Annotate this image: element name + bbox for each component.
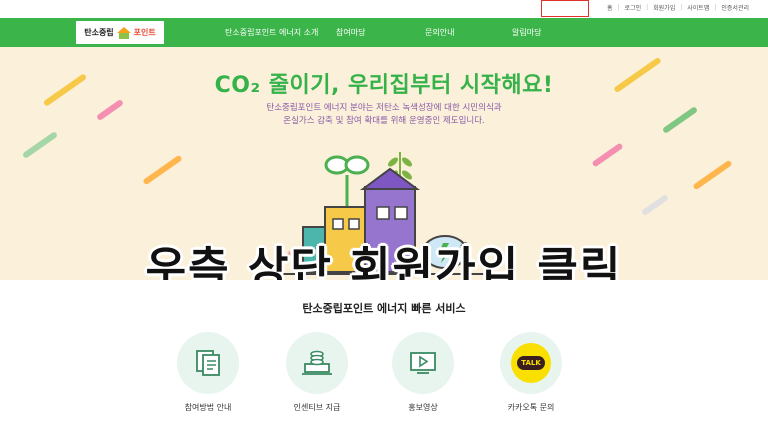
logo-point-text: 포인트 (133, 28, 156, 37)
service-icon-circle: TALK (500, 332, 562, 394)
hero-description-line1: 탄소중립포인트 에너지 분야는 저탄소 녹색성장에 대한 시민의식과 (266, 103, 502, 113)
nav-item-inquiry[interactable]: 문의안내 (425, 27, 454, 38)
overlay-caption: 우측 상단 회원가입 클릭 (145, 243, 623, 280)
service-guide[interactable]: 참여방법 안내 (173, 332, 243, 413)
nav-item-intro[interactable]: 탄소중립포인트 에너지 소개 (225, 27, 318, 38)
logo-text: 탄소중립 (84, 28, 114, 37)
site-logo[interactable]: 탄소중립 포인트 (76, 21, 164, 44)
service-icon-circle (177, 332, 239, 394)
hero-description-line2: 온실가스 감축 및 참여 확대를 위해 운영중인 제도입니다. (283, 116, 485, 126)
document-icon (196, 350, 220, 376)
service-kakaotalk[interactable]: TALK 카카오톡 문의 (496, 332, 566, 413)
decor-stick (142, 154, 183, 186)
sitemap-link[interactable]: 사이트맵 (682, 3, 714, 12)
service-icon-circle (392, 332, 454, 394)
nav-item-notice[interactable]: 알림마당 (512, 27, 541, 38)
signup-highlight-box (541, 0, 589, 17)
decor-stick (692, 159, 733, 191)
service-incentive[interactable]: 인센티브 지급 (282, 332, 352, 413)
decor-stick (640, 193, 670, 217)
hero-title: CO₂ 줄이기, 우리집부터 시작해요! (214, 73, 554, 98)
service-label: 인센티브 지급 (293, 403, 341, 412)
login-link[interactable]: 로그인 (620, 3, 647, 12)
decor-stick (591, 142, 624, 168)
certificate-link[interactable]: 인증서관리 (716, 3, 754, 12)
home-link[interactable]: 홈 (602, 3, 618, 12)
service-label: 카카오톡 문의 (507, 403, 555, 412)
service-label: 홍보영상 (408, 403, 438, 412)
service-label: 참여방법 안내 (184, 403, 232, 412)
sprout-icon (324, 155, 370, 207)
kakaotalk-icon: TALK (511, 343, 551, 383)
video-play-icon (410, 352, 436, 374)
service-video[interactable]: 홍보영상 (388, 332, 458, 413)
utility-links: 홈 | 로그인 | 회원가입 | 사이트맵 | 인증서관리 (602, 3, 754, 12)
main-nav: 탄소중립 포인트 탄소중립포인트 에너지 소개 참여마당 문의안내 알림마당 (0, 18, 768, 47)
nav-item-participate[interactable]: 참여마당 (336, 27, 365, 38)
coins-laptop-icon (302, 350, 332, 375)
signup-link[interactable]: 회원가입 (648, 3, 680, 12)
hero-banner: CO₂ 줄이기, 우리집부터 시작해요! 탄소중립포인트 에너지 분야는 저탄소… (0, 47, 768, 280)
talk-badge: TALK (517, 356, 545, 370)
decor-stick (21, 131, 59, 159)
service-icon-circle (286, 332, 348, 394)
utility-bar: 홈 | 로그인 | 회원가입 | 사이트맵 | 인증서관리 (0, 0, 768, 18)
services-title: 탄소중립포인트 에너지 빠른 서비스 (302, 302, 466, 315)
house-icon (116, 26, 131, 39)
